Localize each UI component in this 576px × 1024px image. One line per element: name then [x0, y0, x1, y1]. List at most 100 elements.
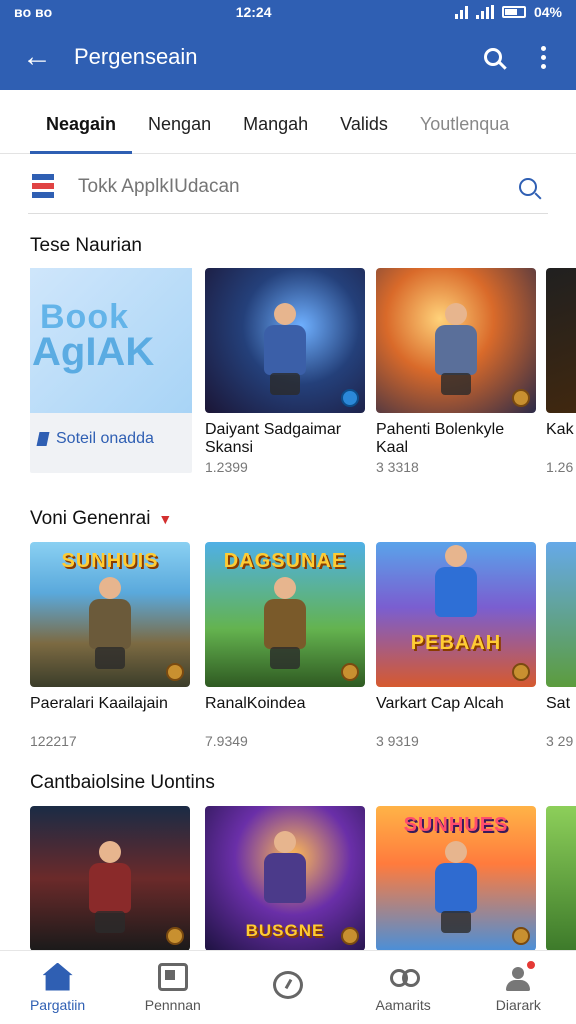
tag-icon — [36, 432, 50, 446]
section-title-text: Voni Genenrai — [30, 508, 151, 529]
tab-valids[interactable]: Valids — [324, 96, 404, 154]
search-input[interactable] — [78, 175, 508, 198]
app-title: Kak — [546, 421, 574, 438]
chevron-down-icon[interactable]: ▼ — [158, 511, 172, 527]
app-thumbnail — [546, 806, 576, 950]
nav-label: Aamarits — [375, 996, 431, 1013]
app-title: Varkart Cap Alcah — [376, 695, 504, 712]
badge-icon — [341, 927, 359, 945]
search-icon — [519, 177, 537, 196]
more-options-button[interactable] — [518, 24, 568, 90]
app-card[interactable]: BUSGNE — [205, 806, 365, 950]
tab-youtlenqua[interactable]: Youtlenqua — [404, 96, 525, 154]
tab-mangah[interactable]: Mangah — [227, 96, 324, 154]
app-row: SUNHUIS Paeralari Kaailajain 122217 DAGS… — [30, 542, 576, 762]
status-bar: ʙᴏ ʙᴏ 12:24 04% — [0, 0, 576, 24]
nav-profile[interactable]: Diarark — [463, 958, 573, 1013]
search-button[interactable] — [468, 24, 518, 90]
promo-art-text: AgIAK — [32, 330, 155, 374]
clock-icon — [272, 970, 303, 999]
signal-icon — [475, 5, 494, 19]
app-thumbnail: PEBAAH — [376, 542, 536, 687]
nav-clock[interactable] — [233, 970, 343, 1005]
badge-icon — [512, 927, 530, 945]
back-arrow-icon[interactable]: ← — [0, 24, 74, 90]
wifi-icon — [454, 5, 468, 19]
app-rating: 3 29 — [546, 733, 574, 749]
nav-home[interactable]: Pargatiin — [3, 962, 113, 1013]
battery-icon — [501, 6, 526, 18]
app-card[interactable]: Pahenti Bolenkyle Kaal 3 3318 — [376, 268, 536, 475]
app-thumbnail — [546, 542, 576, 687]
apps-icon — [157, 962, 188, 991]
profile-icon — [503, 958, 538, 991]
nav-label: Diarark — [495, 996, 541, 1013]
app-row: Book AgIAK Soteil onadda Daiyant Sadgaim… — [30, 268, 576, 488]
app-thumbnail — [205, 268, 365, 413]
nav-label: Pargatiin — [29, 996, 86, 1013]
status-time: 12:24 — [235, 4, 272, 20]
app-card[interactable] — [546, 806, 576, 950]
promo-card[interactable]: Book AgIAK Soteil onadda — [30, 268, 192, 473]
search-submit-button[interactable] — [508, 167, 548, 207]
tab-bar: Neagain Nengan Mangah Valids Youtlenqua — [0, 96, 576, 154]
games-icon — [388, 963, 421, 991]
app-title: RanalKoindea — [205, 695, 306, 712]
section-title-text: Cantbaiolsine Uontins — [30, 772, 215, 793]
app-card[interactable]: Daiyant Sadgaimar Skansi 1.2399 — [205, 268, 365, 475]
app-card[interactable]: SUNHUES — [376, 806, 536, 950]
app-title: Pahenti Bolenkyle Kaal — [376, 421, 505, 456]
app-title: Sat — [546, 695, 571, 712]
bottom-navigation: Pargatiin Pennnan Aamarits Diarark — [0, 950, 576, 1024]
app-rating: 1.2399 — [205, 459, 248, 475]
app-thumbnail: SUNHUIS — [30, 542, 190, 687]
more-vert-icon — [540, 45, 546, 69]
art-title-text: SUNHUES — [403, 814, 509, 836]
app-card[interactable]: DAGSUNAE RanalKoindea 7.9349 — [205, 542, 365, 749]
app-bar: ← Pergenseain — [0, 24, 576, 90]
tab-neagain[interactable]: Neagain — [30, 96, 133, 154]
section-title: Tese Naurian — [30, 235, 142, 257]
app-rating: 7.9349 — [205, 733, 248, 749]
app-card[interactable]: Sat 3 29 — [546, 542, 576, 749]
nav-apps[interactable]: Pennnan — [118, 962, 228, 1013]
art-title-text: SUNHUIS — [61, 550, 159, 572]
promo-art: Book AgIAK — [30, 268, 192, 413]
app-card[interactable]: PEBAAH Varkart Cap Alcah 3 9319 — [376, 542, 536, 749]
app-card[interactable] — [30, 806, 190, 950]
promo-label: Soteil onadda — [36, 430, 154, 448]
app-card[interactable]: SUNHUIS Paeralari Kaailajain 122217 — [30, 542, 190, 749]
search-bar — [28, 160, 548, 214]
app-title: Paeralari Kaailajain — [30, 695, 168, 712]
app-thumbnail: SUNHUES — [376, 806, 536, 950]
app-thumbnail — [30, 806, 190, 950]
battery-percent: 04% — [533, 4, 562, 20]
nav-label: Pennnan — [144, 996, 201, 1013]
badge-icon — [166, 663, 184, 681]
badge-icon — [512, 663, 530, 681]
badge-icon — [341, 389, 359, 407]
badge-icon — [341, 663, 359, 681]
nav-games[interactable]: Aamarits — [348, 963, 458, 1013]
app-rating: 3 9319 — [376, 733, 419, 749]
app-thumbnail: BUSGNE — [205, 806, 365, 950]
badge-icon — [166, 927, 184, 945]
notification-dot-icon — [525, 958, 538, 971]
app-title: Daiyant Sadgaimar Skansi — [205, 421, 342, 456]
search-icon — [484, 48, 502, 66]
app-thumbnail — [376, 268, 536, 413]
badge-icon — [512, 389, 530, 407]
tab-nengan[interactable]: Nengan — [132, 96, 227, 154]
app-thumbnail: DAGSUNAE — [205, 542, 365, 687]
app-rating: 3 3318 — [376, 459, 419, 475]
page-title: Pergenseain — [74, 44, 198, 69]
app-card[interactable]: Kak 1.26 — [546, 268, 576, 475]
promo-label-text: Soteil onadda — [56, 430, 154, 447]
status-icons: 04% — [454, 4, 562, 20]
section-title: Voni Genenrai ▼ — [30, 508, 172, 530]
section-title: Cantbaiolsine Uontins — [30, 772, 215, 794]
status-left-text: ʙᴏ ʙᴏ — [14, 4, 53, 20]
home-icon — [42, 962, 73, 991]
art-title-text: DAGSUNAE — [223, 550, 347, 572]
app-thumbnail — [546, 268, 576, 413]
